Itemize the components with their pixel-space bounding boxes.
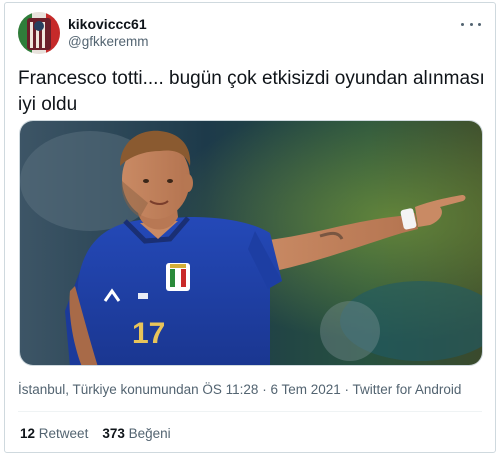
separator: ·: [262, 382, 267, 397]
likes-count: 373: [102, 426, 125, 441]
avatar[interactable]: [18, 12, 60, 54]
more-dot: [469, 22, 473, 26]
date-text[interactable]: 6 Tem 2021: [270, 382, 340, 397]
divider: [18, 411, 482, 412]
retweets-label: Retweet: [38, 426, 89, 441]
display-name[interactable]: kikoviccc61: [68, 16, 147, 32]
source-text[interactable]: Twitter for Android: [353, 382, 462, 397]
separator: ·: [344, 382, 350, 397]
tweet-stats: 12 Retweet 373 Beğeni: [20, 426, 171, 441]
tweet-metadata: İstanbul, Türkiye konumundan ÖS 11:28 · …: [18, 382, 461, 397]
likes-label: Beğeni: [128, 426, 171, 441]
more-dot: [478, 22, 481, 26]
jersey-number: 17: [132, 317, 165, 350]
avatar-image: [18, 12, 60, 54]
likes-stat[interactable]: 373 Beğeni: [102, 426, 170, 441]
tweet-photo[interactable]: 17: [19, 120, 483, 366]
photo-football-player: 17: [20, 121, 482, 365]
tweet-card: kikoviccc61 @gfkkeremm Francesco totti..…: [4, 2, 496, 453]
time-text[interactable]: ÖS 11:28: [202, 382, 258, 397]
retweets-count: 12: [20, 426, 36, 441]
retweets-stat[interactable]: 12 Retweet: [20, 426, 88, 441]
user-handle[interactable]: @gfkkeremm: [68, 34, 148, 49]
more-options-button[interactable]: [461, 16, 481, 32]
tweet-text: Francesco totti.... bugün çok etkisizdi …: [18, 68, 485, 115]
location-text[interactable]: İstanbul, Türkiye konumundan: [18, 382, 199, 397]
more-horizontal-icon: [461, 22, 464, 26]
